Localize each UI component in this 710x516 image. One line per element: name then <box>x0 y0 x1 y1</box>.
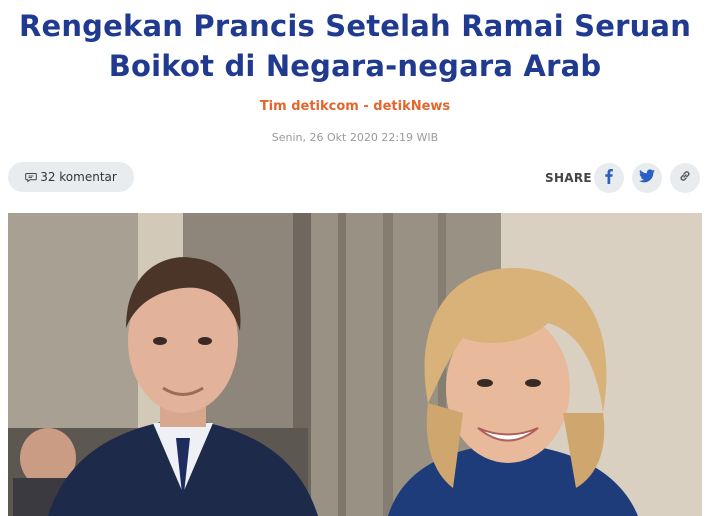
article-author[interactable]: Tim detikcom - detikNews <box>0 99 710 114</box>
share-twitter-button[interactable] <box>632 163 662 193</box>
article-title: Rengekan Prancis Setelah Ramai Seruan Bo… <box>0 6 710 86</box>
facebook-icon <box>602 168 616 189</box>
article-title-line-2: Boikot di Negara-negara Arab <box>108 49 602 83</box>
share-facebook-button[interactable] <box>594 163 624 193</box>
comment-icon <box>25 171 37 183</box>
article-date: Senin, 26 Okt 2020 22:19 WIB <box>271 131 439 144</box>
twitter-icon <box>639 168 655 188</box>
article-photo <box>8 213 702 516</box>
link-icon <box>678 169 692 188</box>
copy-link-button[interactable] <box>670 163 700 193</box>
comment-count-button[interactable]: 32 komentar <box>8 162 134 192</box>
comment-count-label: 32 komentar <box>40 170 117 184</box>
article-title-line-1: Rengekan Prancis Setelah Ramai Seruan <box>18 9 692 43</box>
share-label: SHARE <box>545 171 592 185</box>
